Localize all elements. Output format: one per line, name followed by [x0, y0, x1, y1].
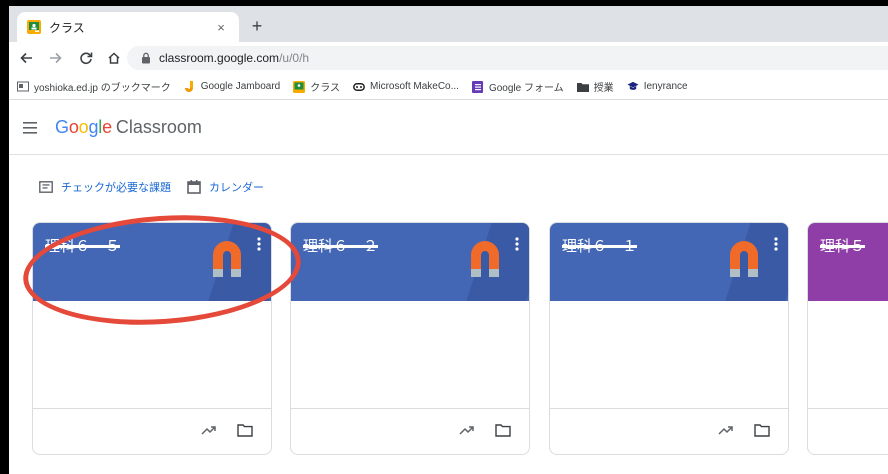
classroom-favicon-icon	[27, 20, 41, 34]
new-tab-button[interactable]: +	[247, 17, 267, 35]
more-vert-icon[interactable]	[774, 237, 778, 251]
url-path: /u/0/h	[279, 51, 310, 65]
folder-icon	[576, 81, 589, 93]
card-banner: 理科６－１	[550, 223, 788, 301]
jamboard-icon	[184, 80, 196, 93]
browser-tab[interactable]: クラス ×	[17, 12, 239, 42]
google-wordmark: Google	[55, 117, 112, 137]
bookmark-folder-icon	[17, 81, 29, 93]
more-vert-icon[interactable]	[515, 237, 519, 251]
card-banner: 理科５	[808, 223, 888, 301]
card-banner: 理科６－２	[291, 223, 529, 301]
tab-strip: クラス × +	[9, 6, 888, 42]
trending-up-icon[interactable]	[459, 424, 475, 436]
url-text: classroom.google.com/u/0/h	[159, 51, 309, 65]
trending-up-icon[interactable]	[201, 424, 217, 436]
bookmarks-bar: yoshioka.ed.jp のブックマーク Google Jamboard ク…	[9, 74, 888, 100]
bookmark-label: yoshioka.ed.jp のブックマーク	[34, 83, 171, 94]
checklist-icon	[39, 181, 53, 193]
arrow-right-icon	[50, 52, 62, 64]
bookmark-item[interactable]: Microsoft MakeCo...	[353, 81, 459, 93]
bookmark-item[interactable]: クラス	[293, 79, 340, 94]
calendar-label: カレンダー	[209, 182, 264, 194]
class-card[interactable]: 理科６－１	[549, 222, 789, 455]
makecode-icon	[353, 81, 365, 93]
magnet-icon	[730, 241, 758, 277]
sub-navigation: チェックが必要な課題 カレンダー	[9, 176, 264, 198]
bookmark-item[interactable]: Google フォーム	[472, 79, 564, 94]
class-name[interactable]: 理科６－２	[303, 235, 378, 256]
bookmark-item[interactable]: Google Jamboard	[184, 80, 281, 93]
folder-icon[interactable]	[237, 424, 253, 437]
class-card[interactable]: 理科６－２	[290, 222, 530, 455]
class-card[interactable]: 理科５	[807, 222, 888, 455]
card-footer	[808, 408, 888, 454]
forms-icon	[472, 80, 484, 93]
product-name: Classroom	[115, 117, 202, 137]
bookmark-label: クラス	[310, 83, 341, 94]
card-footer	[33, 408, 271, 454]
reload-button[interactable]	[75, 47, 97, 69]
class-name[interactable]: 理科５	[820, 235, 865, 256]
class-name[interactable]: 理科６－１	[562, 235, 637, 256]
folder-icon[interactable]	[754, 424, 770, 437]
card-footer	[550, 408, 788, 454]
trending-up-icon[interactable]	[718, 424, 734, 436]
classroom-logo[interactable]: Google Classroom	[55, 117, 202, 138]
classroom-icon	[293, 80, 306, 93]
bookmark-item[interactable]: yoshioka.ed.jp のブックマーク	[17, 79, 171, 94]
bookmark-item[interactable]: Ienyrance	[627, 81, 688, 93]
address-bar[interactable]: classroom.google.com/u/0/h	[127, 46, 888, 70]
todo-link[interactable]: チェックが必要な課題	[39, 179, 171, 195]
reload-icon	[80, 52, 93, 65]
browser-toolbar: classroom.google.com/u/0/h	[9, 42, 888, 74]
url-host: classroom.google.com	[159, 51, 280, 65]
folder-icon[interactable]	[495, 424, 511, 437]
calendar-icon	[187, 180, 201, 194]
card-footer	[291, 408, 529, 454]
bookmark-label: Google フォーム	[488, 83, 564, 94]
bookmark-label: Microsoft MakeCo...	[370, 81, 459, 92]
home-button[interactable]	[103, 47, 125, 69]
arrow-left-icon	[20, 52, 32, 64]
bookmark-item[interactable]: 授業	[576, 79, 614, 94]
todo-label: チェックが必要な課題	[61, 182, 171, 194]
lock-icon	[142, 52, 150, 64]
calendar-link[interactable]: カレンダー	[187, 179, 264, 195]
back-button[interactable]	[15, 47, 37, 69]
bookmark-label: Ienyrance	[643, 81, 688, 92]
bookmark-label: 授業	[593, 83, 614, 94]
cap-icon	[627, 81, 639, 93]
forward-button[interactable]	[45, 47, 67, 69]
tab-close-icon[interactable]: ×	[213, 20, 229, 35]
home-icon	[108, 52, 120, 64]
bookmark-label: Google Jamboard	[200, 81, 281, 92]
browser-window: クラス × + classroom.google.com/u/0/h yoshi…	[9, 6, 888, 474]
tab-title: クラス	[49, 20, 85, 35]
menu-icon[interactable]	[23, 121, 39, 134]
magnet-icon	[471, 241, 499, 277]
classroom-header: Google Classroom	[9, 101, 888, 155]
